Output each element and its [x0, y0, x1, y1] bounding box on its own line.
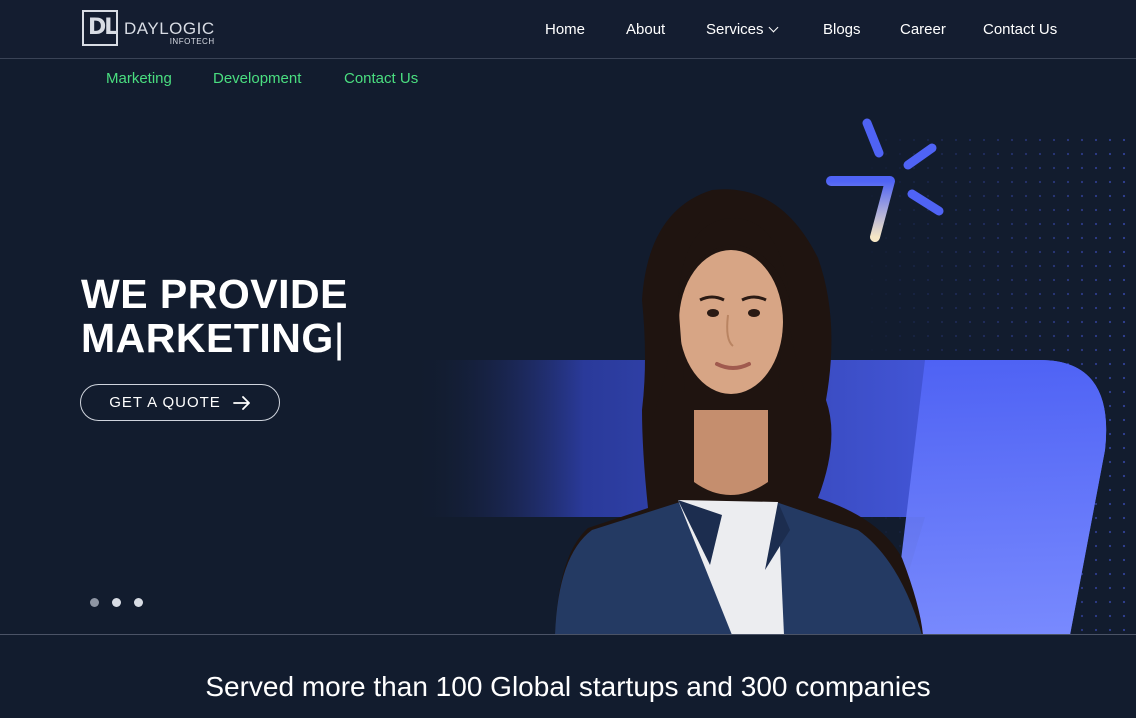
nav-contact[interactable]: Contact Us — [983, 21, 1057, 38]
clients-tagline: Served more than 100 Global startups and… — [205, 671, 931, 702]
submenu-contact[interactable]: Contact Us — [344, 70, 418, 87]
nav-about[interactable]: About — [626, 21, 665, 38]
nav-services-label: Services — [706, 21, 764, 38]
slider-dots — [90, 598, 143, 607]
hero-illustration — [410, 118, 1136, 635]
arrow-right-icon — [232, 395, 250, 410]
main-nav: Home About Services Blogs Career Contact… — [0, 21, 1136, 41]
hero-line-1: WE PROVIDE — [81, 271, 348, 317]
slider-dot-3[interactable] — [134, 598, 143, 607]
nav-blogs[interactable]: Blogs — [823, 21, 861, 38]
nav-services[interactable]: Services — [706, 21, 778, 38]
services-submenu: Marketing Development Contact Us — [0, 70, 600, 90]
submenu-marketing[interactable]: Marketing — [106, 70, 172, 87]
nav-home[interactable]: Home — [545, 21, 585, 38]
submenu-development[interactable]: Development — [213, 70, 301, 87]
section-divider — [0, 634, 1136, 635]
nav-career[interactable]: Career — [900, 21, 946, 38]
top-navbar: DL DAYLOGIC INFOTECH Home About Services… — [0, 0, 1136, 59]
get-a-quote-button[interactable]: GET A QUOTE — [80, 384, 280, 421]
get-a-quote-label: GET A QUOTE — [109, 394, 221, 411]
typing-caret: | — [333, 315, 345, 361]
chevron-down-icon — [768, 22, 778, 33]
slider-dot-2[interactable] — [112, 598, 121, 607]
slider-dot-1[interactable] — [90, 598, 99, 607]
hero-line-2: MARKETING — [81, 315, 334, 361]
hero-headline: WE PROVIDE MARKETING| — [81, 272, 348, 360]
